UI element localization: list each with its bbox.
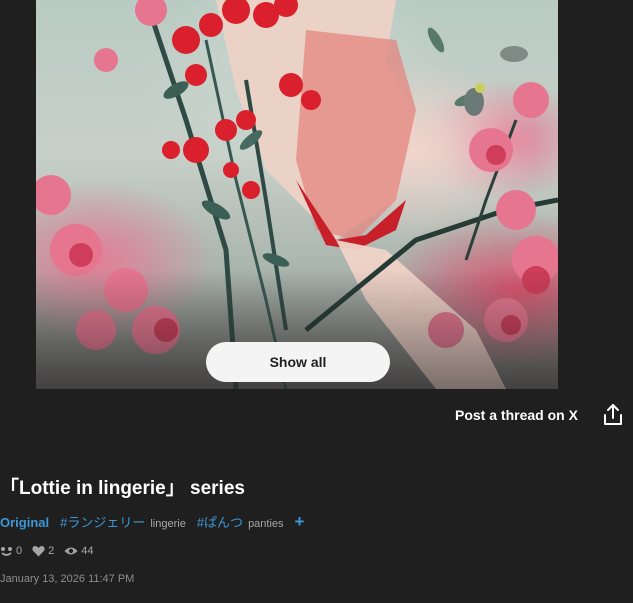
share-icon[interactable] [602, 403, 624, 427]
work-title: 「Lottie in lingerie」 series [0, 478, 245, 499]
artwork-preview[interactable] [36, 0, 558, 389]
tag-translation: lingerie [150, 518, 186, 530]
original-tag[interactable]: Original [0, 515, 49, 530]
eye-icon [64, 547, 78, 555]
smile-icon [1, 546, 12, 556]
tag-translation: panties [248, 518, 284, 530]
show-all-button[interactable]: Show all [206, 342, 390, 382]
tag-name[interactable]: #ぱんつ [197, 512, 243, 531]
add-tag-button[interactable]: + [295, 513, 305, 530]
tag-list: Original #ランジェリー lingerie #ぱんつ panties + [0, 512, 304, 530]
tag-name[interactable]: #ランジェリー [60, 512, 145, 531]
view-count-value: 44 [81, 545, 94, 557]
view-count: 44 [64, 545, 94, 557]
tag-item[interactable]: #ぱんつ panties [197, 512, 284, 531]
post-thread-button[interactable]: Post a thread on X [455, 407, 578, 423]
tag-item[interactable]: #ランジェリー lingerie [60, 512, 186, 531]
request-count-value: 0 [16, 545, 23, 557]
post-date: January 13, 2026 11:47 PM [0, 573, 135, 585]
heart-icon [32, 546, 45, 557]
like-count-value: 2 [48, 545, 55, 557]
work-stats: 0 2 44 [0, 544, 104, 558]
request-count: 0 [0, 545, 22, 557]
like-count: 2 [32, 545, 54, 557]
